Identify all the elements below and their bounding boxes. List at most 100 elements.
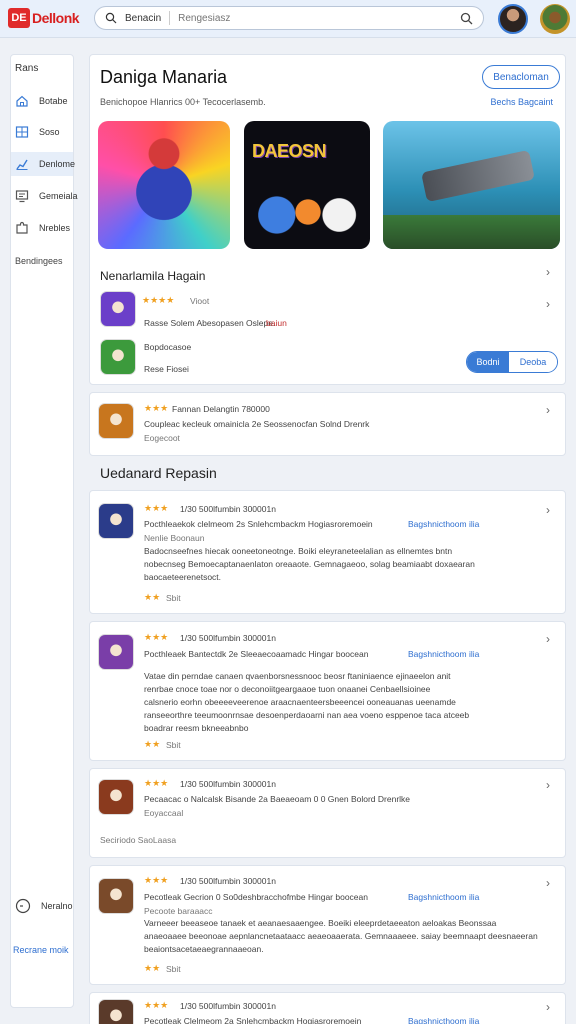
app-icon[interactable] — [98, 634, 134, 670]
hero-badge: DAEOSN — [252, 141, 327, 161]
user-avatar[interactable] — [498, 4, 528, 34]
review-subline: Eoyaccaal — [144, 808, 184, 818]
review-card[interactable]: ★★★ 1/30 500lfumbin 300001n Pecaacac o N… — [89, 768, 566, 858]
review-title: Pocthleaekok clelmeom 2s Snlehcmbackm Ho… — [144, 519, 373, 529]
hero-characters — [256, 179, 360, 239]
app-icon[interactable] — [100, 339, 136, 375]
review-link[interactable]: Bagshnicthoom ilia — [408, 892, 479, 902]
logo-text: Dellonk — [32, 10, 80, 26]
search-bar[interactable]: Benacin — [94, 6, 484, 30]
search-divider — [169, 11, 171, 25]
app-icon[interactable] — [98, 503, 134, 539]
app-icon[interactable] — [100, 291, 136, 327]
chevron-right-icon[interactable]: › — [546, 403, 550, 417]
app-logo[interactable]: DE Dellonk — [8, 8, 80, 28]
sidebar-item-puzzle[interactable]: Nrebles — [11, 216, 73, 240]
monitor-icon — [15, 190, 29, 203]
puzzle-icon — [16, 221, 28, 234]
app-meta: Fannan Delangtin 780000 — [172, 404, 270, 414]
review-rating-text: Sbit — [166, 964, 181, 974]
promo-card[interactable]: ★★★ Fannan Delangtin 780000 Coupleac kec… — [89, 392, 566, 456]
app-subline: Eogecoot — [144, 433, 180, 443]
review-card[interactable]: ★★★ 1/30 500lfumbin 300001n Pecotleak Ge… — [89, 865, 566, 985]
review-card[interactable]: ★★★ 1/30 500lfumbin 300001n Pecotleak Cl… — [89, 992, 566, 1024]
chevron-right-icon[interactable]: › — [546, 297, 550, 311]
search-scope[interactable]: Benacin — [125, 13, 161, 24]
sidebar-item-label: Neralno — [41, 901, 73, 911]
search-submit-icon[interactable] — [460, 12, 473, 25]
sidebar-item-label: Nrebles — [39, 223, 71, 233]
rating-stars: ★★★ — [144, 403, 169, 413]
chevron-right-icon[interactable]: › — [546, 503, 550, 517]
hero-landscape — [383, 215, 560, 249]
home-icon — [16, 95, 28, 107]
chevron-right-icon[interactable]: › — [546, 1000, 550, 1014]
rating-stars: ★★★ — [144, 632, 169, 642]
hero-image-fighter[interactable] — [98, 121, 230, 249]
chevron-right-icon[interactable]: › — [546, 876, 550, 890]
sidebar-heading: Rans — [15, 63, 39, 74]
featured-card: Daniga Manaria Benacloman Benichopoe Hla… — [89, 54, 566, 385]
chevron-right-icon[interactable]: › — [546, 778, 550, 792]
review-link[interactable]: Bagshnicthoom ilia — [408, 1016, 479, 1024]
sidebar-item-grid[interactable]: Soso — [11, 120, 73, 144]
seg-left-button[interactable]: Bodni — [467, 352, 509, 372]
hero-character — [126, 135, 202, 239]
review-title: Pecotleak Gecrion 0 So0deshbracchofmbe H… — [144, 892, 368, 902]
app-icon[interactable] — [98, 779, 134, 815]
sidebar-item-bottom[interactable]: Neralno — [11, 894, 73, 918]
sidebar-item-label: Gemeiala — [39, 191, 78, 201]
rating-stars: ★★★ — [144, 503, 169, 513]
sidebar-item-home[interactable]: Botabe — [11, 89, 73, 113]
review-rating: ★★ — [144, 592, 161, 602]
app-icon[interactable] — [98, 878, 134, 914]
chart-icon — [16, 159, 28, 170]
review-link[interactable]: Bagshnicthoom ilia — [408, 519, 479, 529]
seg-right-button[interactable]: Deoba — [509, 352, 557, 372]
sidebar-item-label: Denlome — [39, 159, 76, 169]
featured-title: Daniga Manaria — [100, 67, 228, 87]
review-meta: 1/30 500lfumbin 300001n — [180, 633, 276, 643]
search-icon — [105, 12, 117, 24]
review-meta: 1/30 500lfumbin 300001n — [180, 876, 276, 886]
review-card[interactable]: ★★★ 1/30 500lfumbin 300001n Pocthleaekok… — [89, 490, 566, 614]
rating-stars: ★★★ — [144, 778, 169, 788]
review-subline: Pecoote baraaacc — [144, 906, 213, 916]
review-meta: 1/30 500lfumbin 300001n — [180, 504, 276, 514]
top-bar: DE Dellonk Benacin — [0, 0, 576, 38]
review-title: Pecaacac o Nalcalsk Bisande 2a Baeaeoam … — [144, 794, 411, 804]
sidebar-item-monitor[interactable]: Gemeiala — [11, 184, 78, 208]
hero-image-shooter[interactable] — [383, 121, 560, 249]
sidebar-item-chart[interactable]: Denlome — [11, 152, 76, 176]
clock-icon — [15, 898, 31, 914]
review-card[interactable]: ★★★ 1/30 500lfumbin 300001n Pocthleaek B… — [89, 621, 566, 761]
page-heading: Uedanard Repasin — [100, 465, 217, 481]
rating-stars: ★★★ — [144, 1000, 169, 1010]
review-body: Varneeer beeaseoe tanaek et aeanaesaaeng… — [144, 918, 538, 954]
app-icon[interactable] — [98, 999, 134, 1024]
hero-image-characters[interactable]: DAEOSN — [244, 121, 370, 249]
logo-mark: DE — [8, 8, 30, 28]
search-input[interactable] — [178, 12, 460, 24]
app-description-accent: baiun — [266, 318, 287, 328]
review-title: Pocthleaek Bantectdk 2e Sleeaecoaamadc H… — [144, 649, 369, 659]
featured-subtitle: Benichopoe Hlanrics 00+ Tecocerlasemb. — [100, 97, 266, 107]
app-icon[interactable] — [98, 403, 134, 439]
sidebar-extra[interactable]: Bendingees — [15, 256, 63, 266]
review-rating-text: Sbit — [166, 593, 181, 603]
hero-weapon — [421, 149, 535, 203]
chevron-right-icon[interactable]: › — [546, 632, 550, 646]
review-link[interactable]: Bagshnicthoom ilia — [408, 649, 479, 659]
sidebar-bottom-link[interactable]: Recrane moik — [13, 945, 69, 955]
review-subline: Nenlie Boonaun — [144, 533, 205, 543]
app-meta: Vioot — [190, 296, 210, 306]
grid-icon — [15, 126, 29, 138]
segmented-toggle: Bodni Deoba — [466, 351, 558, 373]
review-meta: 1/30 500lfumbin 300001n — [180, 779, 276, 789]
game-avatar[interactable] — [540, 4, 570, 34]
chevron-right-icon[interactable]: › — [546, 265, 550, 279]
rating-stars: ★★★ — [144, 875, 169, 885]
app-description: Rese Fiosei — [144, 364, 189, 374]
featured-link[interactable]: Bechs Bagcaint — [490, 97, 553, 107]
featured-action-button[interactable]: Benacloman — [482, 65, 560, 89]
